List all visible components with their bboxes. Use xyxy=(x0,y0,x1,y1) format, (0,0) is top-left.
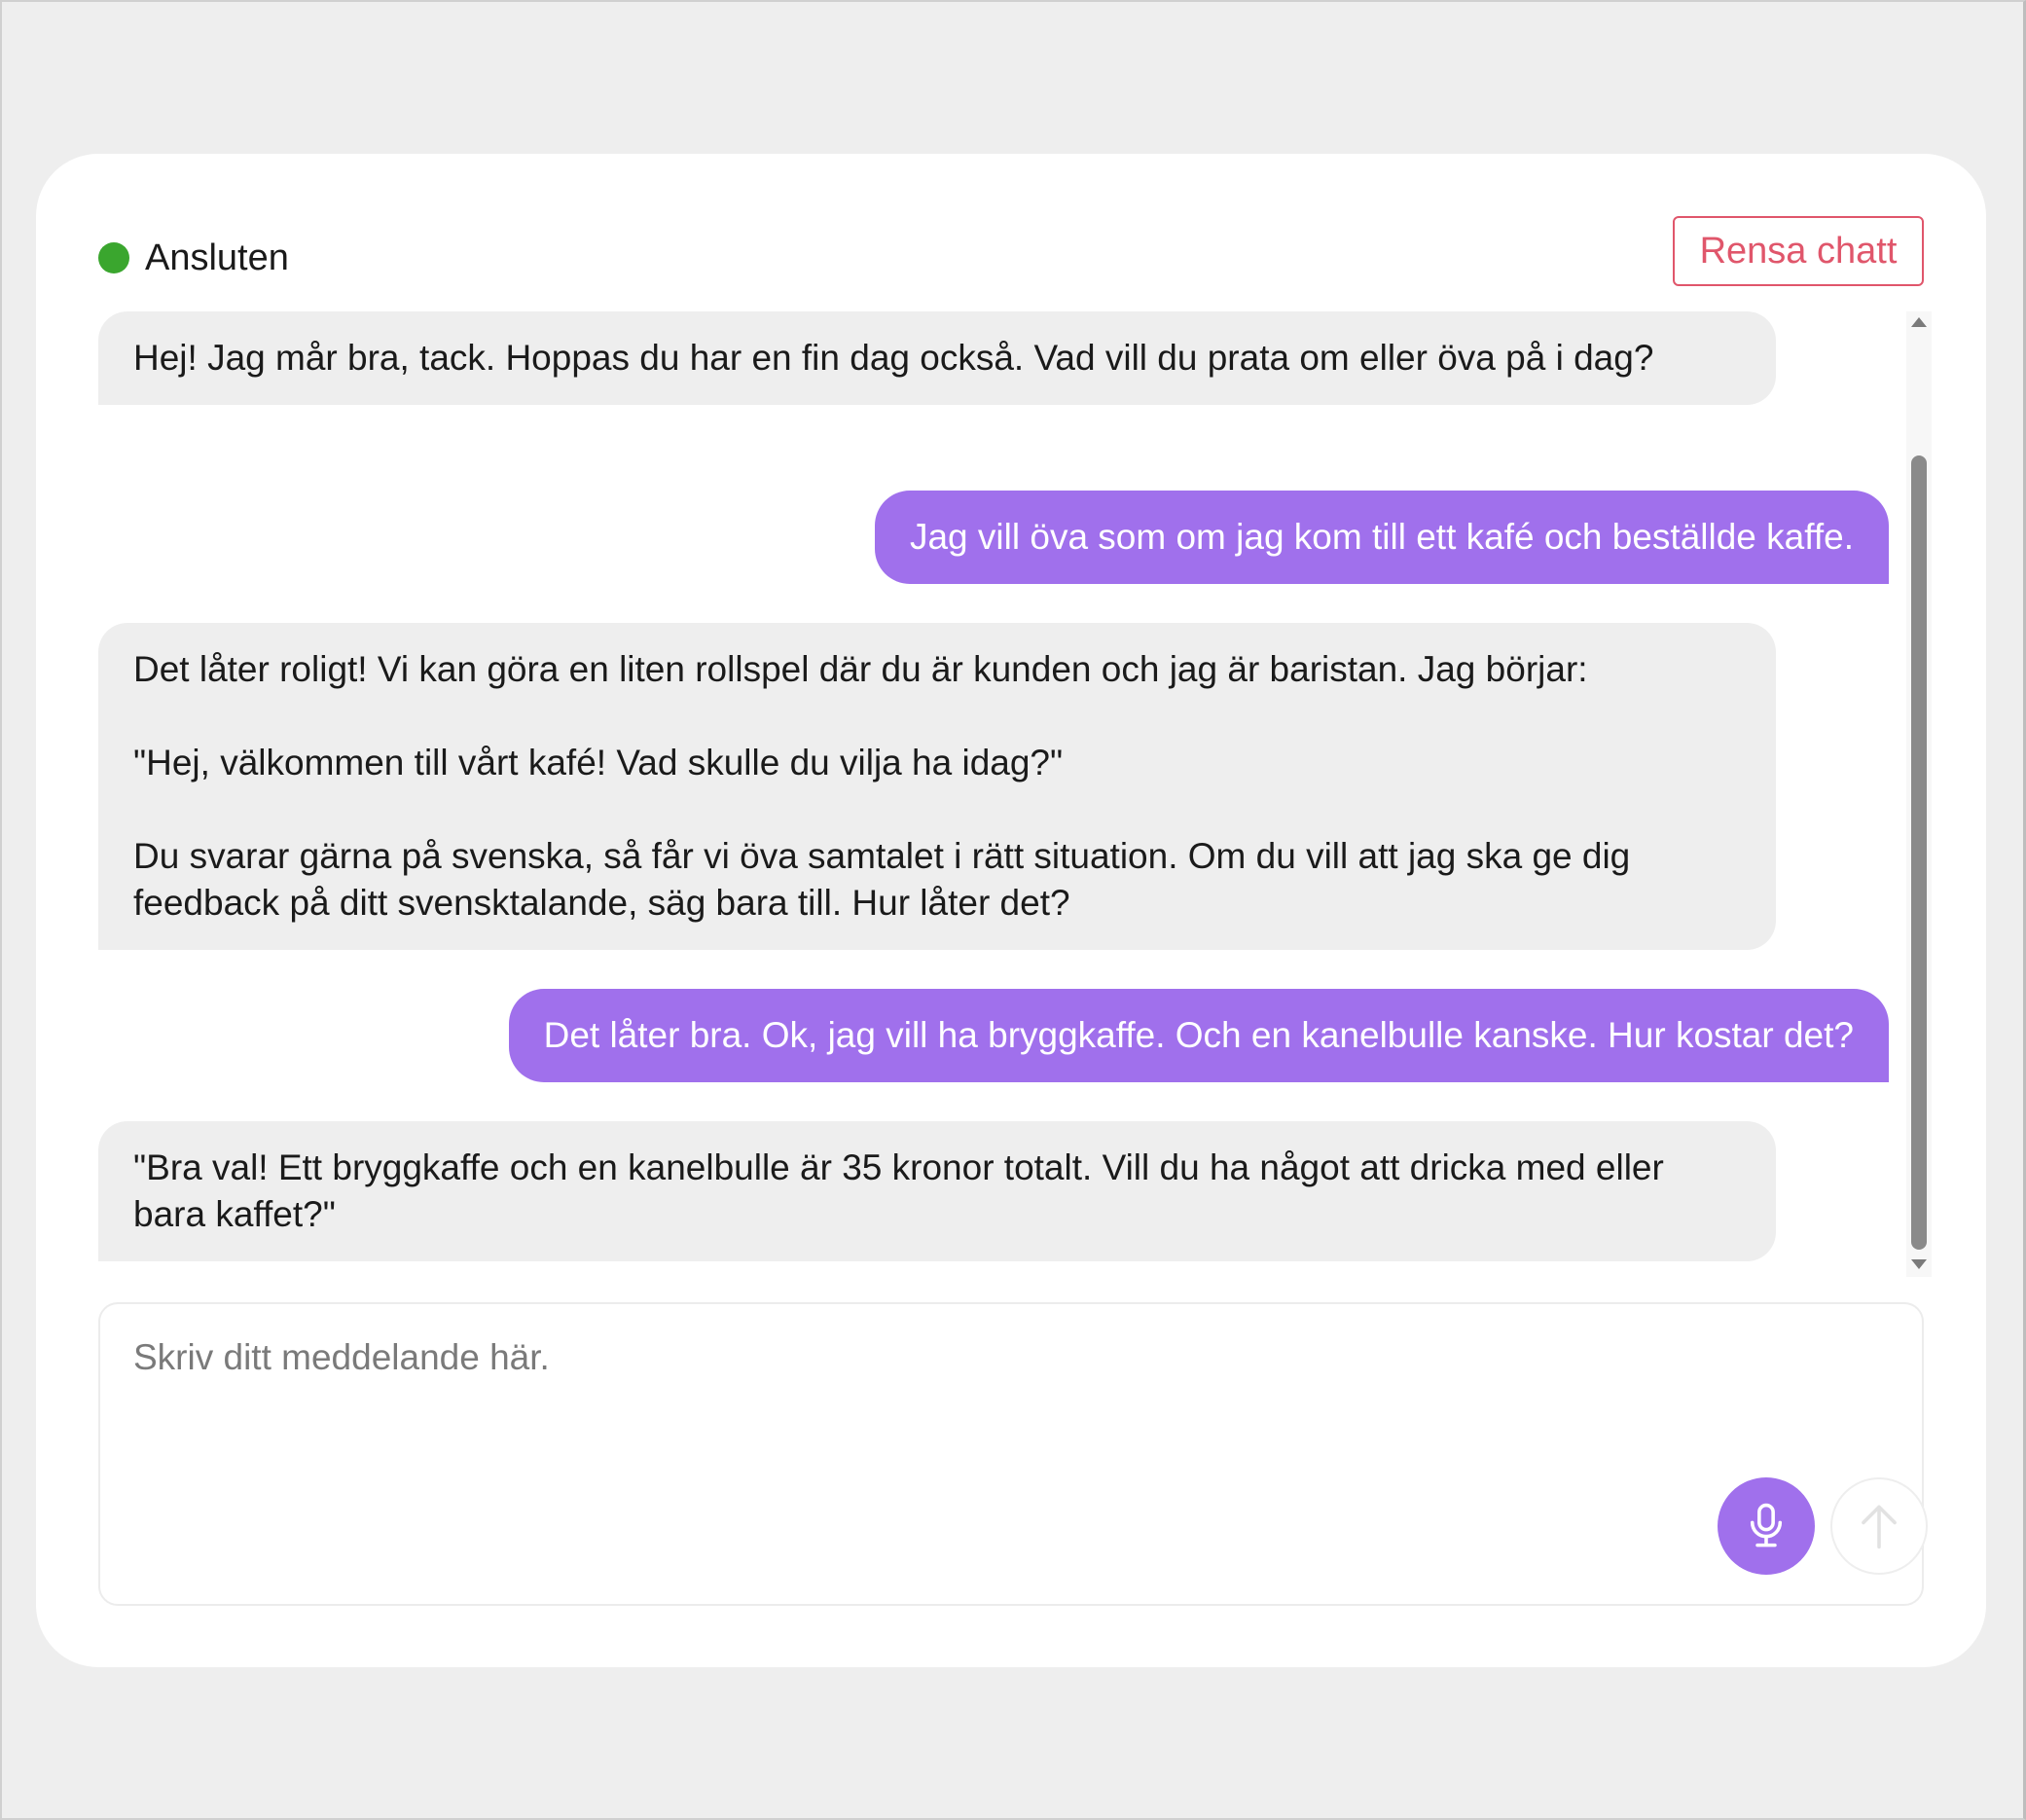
user-message: Det låter bra. Ok, jag vill ha bryggkaff… xyxy=(508,989,1889,1082)
arrow-up-icon xyxy=(1862,1505,1897,1549)
assistant-message: Hej! Jag mår bra, tack. Hoppas du har en… xyxy=(98,311,1776,405)
microphone-icon xyxy=(1750,1503,1783,1547)
scroll-down-arrow-icon[interactable] xyxy=(1911,1259,1927,1269)
scroll-thumb[interactable] xyxy=(1911,455,1927,1250)
send-button[interactable] xyxy=(1830,1477,1928,1575)
message-scrollbar[interactable] xyxy=(1906,311,1932,1277)
message-composer xyxy=(98,1302,1928,1606)
scroll-up-arrow-icon[interactable] xyxy=(1911,317,1927,327)
connection-status: Ansluten xyxy=(98,234,289,282)
assistant-message: "Bra val! Ett bryggkaffe och en kanelbul… xyxy=(98,1121,1776,1261)
chat-card: Ansluten Rensa chatt Hej! Jag mår bra, t… xyxy=(36,154,1986,1667)
assistant-message: Det låter roligt! Vi kan göra en liten r… xyxy=(98,623,1776,950)
message-input[interactable] xyxy=(133,1337,1788,1503)
clear-chat-button[interactable]: Rensa chatt xyxy=(1673,216,1924,286)
user-message: Jag vill öva som om jag kom till ett kaf… xyxy=(874,491,1889,584)
status-dot-icon xyxy=(98,242,129,273)
status-label: Ansluten xyxy=(145,237,289,278)
microphone-button[interactable] xyxy=(1718,1477,1815,1575)
message-list[interactable]: Hej! Jag mår bra, tack. Hoppas du har en… xyxy=(98,311,1932,1277)
